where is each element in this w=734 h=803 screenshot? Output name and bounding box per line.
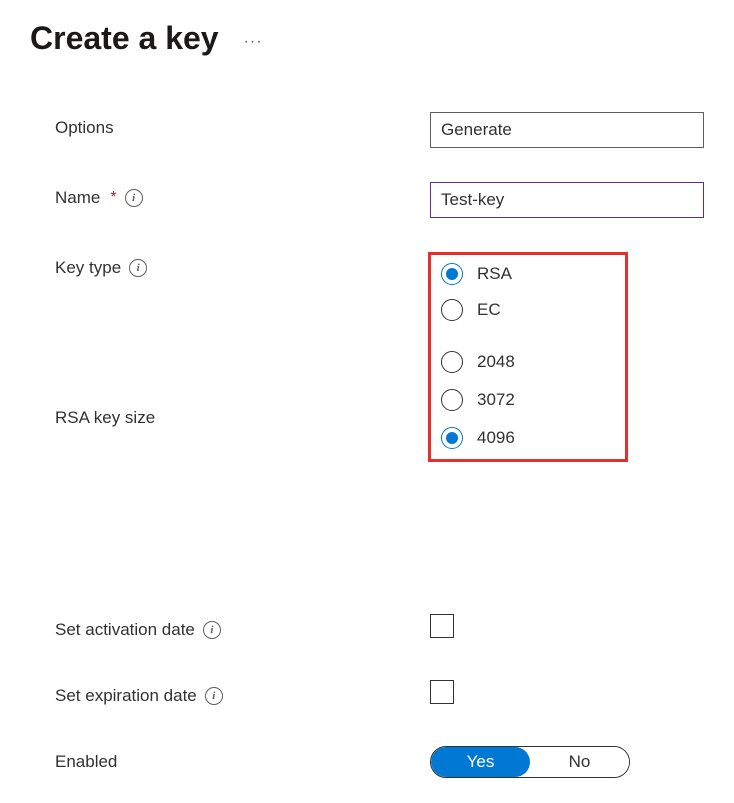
info-icon[interactable]: i xyxy=(125,189,143,207)
enabled-toggle[interactable]: Yes No xyxy=(430,746,630,778)
more-icon[interactable]: ··· xyxy=(244,27,263,51)
radio-label: 2048 xyxy=(477,352,515,372)
radio-label: EC xyxy=(477,300,501,320)
radio-label: RSA xyxy=(477,264,512,284)
label-enabled: Enabled xyxy=(55,752,117,772)
page-title: Create a key xyxy=(30,20,219,57)
label-set-activation-date: Set activation date xyxy=(55,620,195,640)
radio-key-size-3072[interactable]: 3072 xyxy=(441,389,611,411)
info-icon[interactable]: i xyxy=(203,621,221,639)
highlight-key-settings: RSA EC 2048 3072 xyxy=(428,252,628,462)
required-indicator: * xyxy=(110,189,116,207)
enabled-no[interactable]: No xyxy=(530,747,629,777)
radio-key-type-ec[interactable]: EC xyxy=(441,299,611,321)
radio-key-type-rsa[interactable]: RSA xyxy=(441,263,611,285)
checkbox-expiration-date[interactable] xyxy=(430,680,454,704)
radio-key-size-2048[interactable]: 2048 xyxy=(441,351,611,373)
options-select[interactable] xyxy=(430,112,704,148)
info-icon[interactable]: i xyxy=(129,259,147,277)
checkbox-activation-date[interactable] xyxy=(430,614,454,638)
label-name: Name xyxy=(55,188,100,208)
radio-key-size-4096[interactable]: 4096 xyxy=(441,427,611,449)
name-field[interactable] xyxy=(430,182,704,218)
label-set-expiration-date: Set expiration date xyxy=(55,686,197,706)
label-options: Options xyxy=(55,118,114,138)
enabled-yes[interactable]: Yes xyxy=(431,747,530,777)
info-icon[interactable]: i xyxy=(205,687,223,705)
label-key-type: Key type xyxy=(55,258,121,278)
radio-label: 3072 xyxy=(477,390,515,410)
radio-label: 4096 xyxy=(477,428,515,448)
